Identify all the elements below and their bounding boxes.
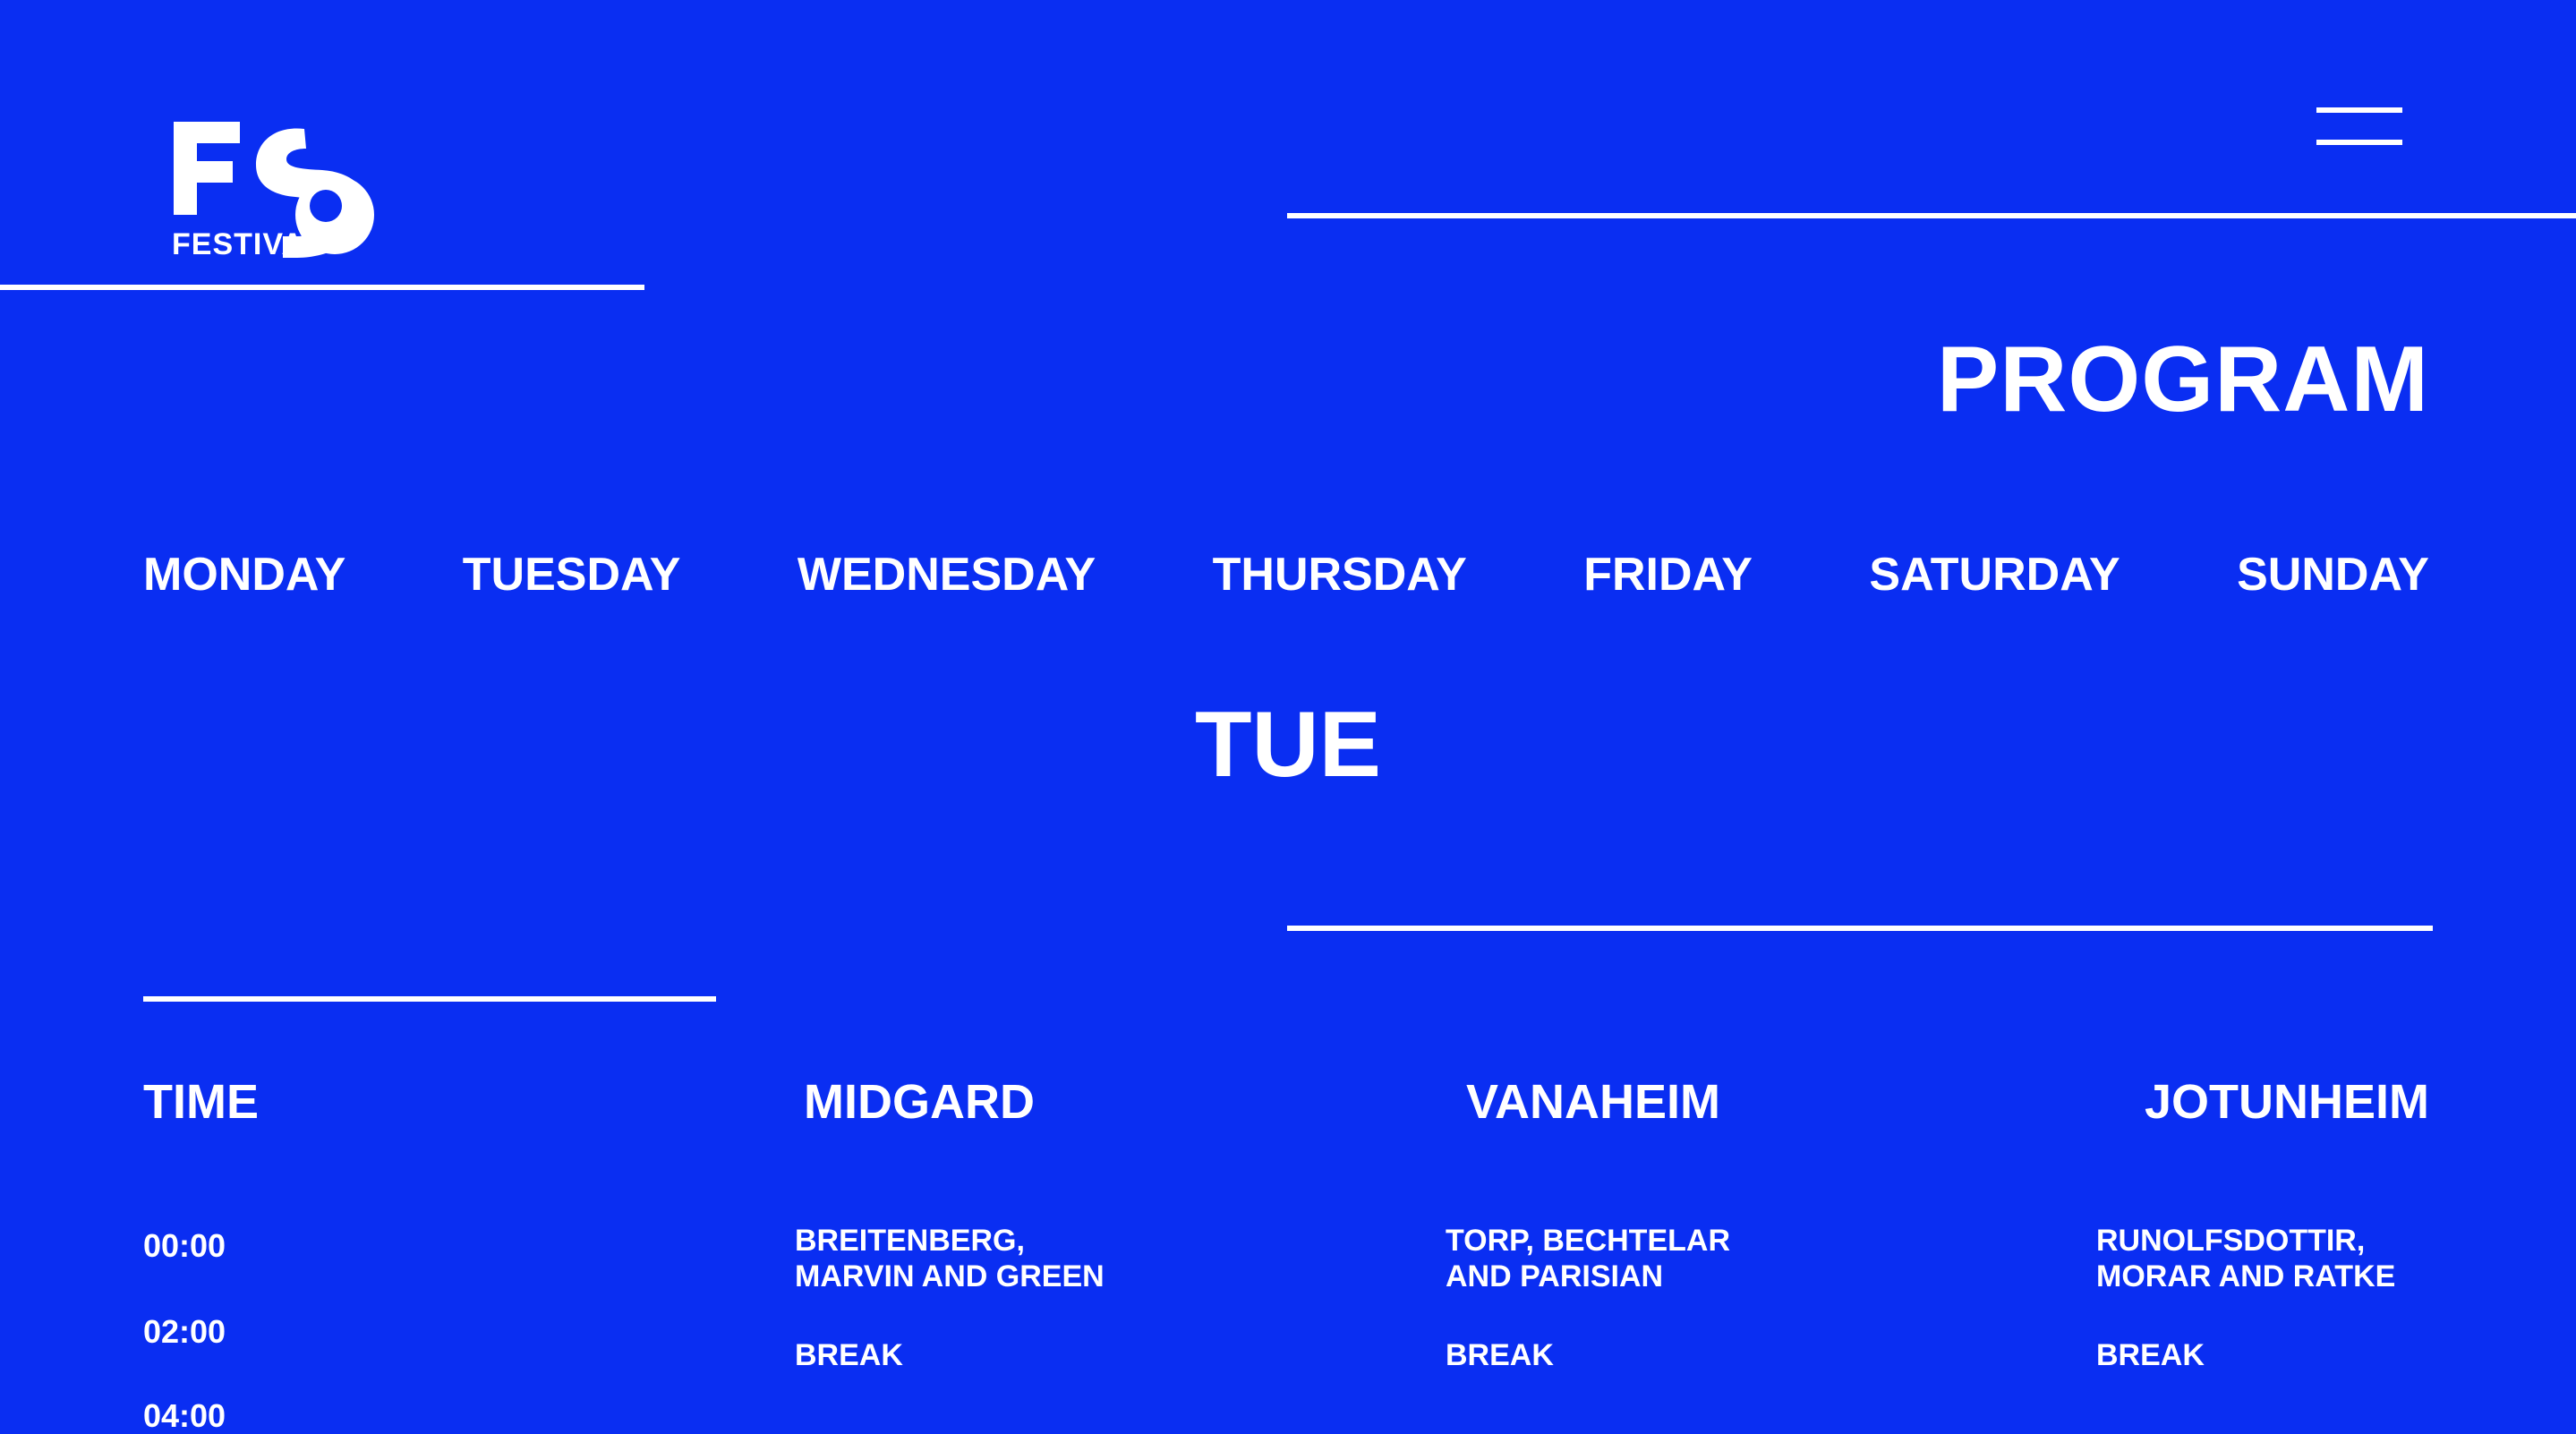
- event-jotunheim-1[interactable]: RUNOLFSDOTTIR, MORAR AND RATKE: [2096, 1223, 2436, 1294]
- header-left-divider: [0, 285, 644, 290]
- tab-sunday[interactable]: SUNDAY: [2237, 551, 2429, 598]
- tab-tuesday[interactable]: TUESDAY: [463, 551, 681, 598]
- current-day-heading: TUE: [1195, 693, 1381, 797]
- tab-wednesday[interactable]: WEDNESDAY: [798, 551, 1096, 598]
- header-right-divider: [1287, 213, 2576, 218]
- event-title-line: BREAK: [1446, 1338, 1554, 1372]
- tab-saturday[interactable]: SATURDAY: [1869, 551, 2120, 598]
- menu-bar-top: [2316, 107, 2402, 113]
- schedule-left-divider: [143, 996, 716, 1002]
- page-title: PROGRAM: [1936, 328, 2429, 431]
- event-jotunheim-break: BREAK: [2096, 1337, 2436, 1373]
- festival-logo[interactable]: FESTIVAL: [170, 118, 385, 267]
- event-title-line: BREAK: [2096, 1338, 2205, 1372]
- event-title-line: AND PARISIAN: [1446, 1259, 1664, 1293]
- event-title-line: TORP, BECHTELAR: [1446, 1224, 1731, 1258]
- hamburger-menu-button[interactable]: [2316, 104, 2406, 149]
- event-vanaheim-break: BREAK: [1446, 1337, 1786, 1373]
- event-midgard-break: BREAK: [795, 1337, 1135, 1373]
- tab-thursday[interactable]: THURSDAY: [1213, 551, 1467, 598]
- schedule-right-divider: [1287, 926, 2433, 931]
- day-tabs: MONDAY TUESDAY WEDNESDAY THURSDAY FRIDAY…: [143, 551, 2429, 598]
- tab-friday[interactable]: FRIDAY: [1583, 551, 1753, 598]
- event-title-line: BREAK: [795, 1338, 903, 1372]
- time-slot: 02:00: [143, 1313, 226, 1350]
- time-slot: 00:00: [143, 1227, 226, 1264]
- menu-bar-bottom: [2316, 140, 2402, 145]
- column-header-vanaheim: VANAHEIM: [1466, 1075, 1721, 1129]
- tab-monday[interactable]: MONDAY: [143, 551, 345, 598]
- event-title-line: BREITENBERG,: [795, 1224, 1025, 1258]
- time-slot: 04:00: [143, 1397, 226, 1434]
- column-header-jotunheim: JOTUNHEIM: [2144, 1075, 2429, 1129]
- event-title-line: RUNOLFSDOTTIR,: [2096, 1224, 2366, 1258]
- event-title-line: MORAR AND RATKE: [2096, 1259, 2396, 1293]
- column-header-time: TIME: [143, 1075, 259, 1129]
- event-vanaheim-1[interactable]: TORP, BECHTELAR AND PARISIAN: [1446, 1223, 1786, 1294]
- logo-caption: FESTIVAL: [172, 227, 324, 261]
- column-header-midgard: MIDGARD: [804, 1075, 1035, 1129]
- event-title-line: MARVIN AND GREEN: [795, 1259, 1105, 1293]
- event-midgard-1[interactable]: BREITENBERG, MARVIN AND GREEN: [795, 1223, 1135, 1294]
